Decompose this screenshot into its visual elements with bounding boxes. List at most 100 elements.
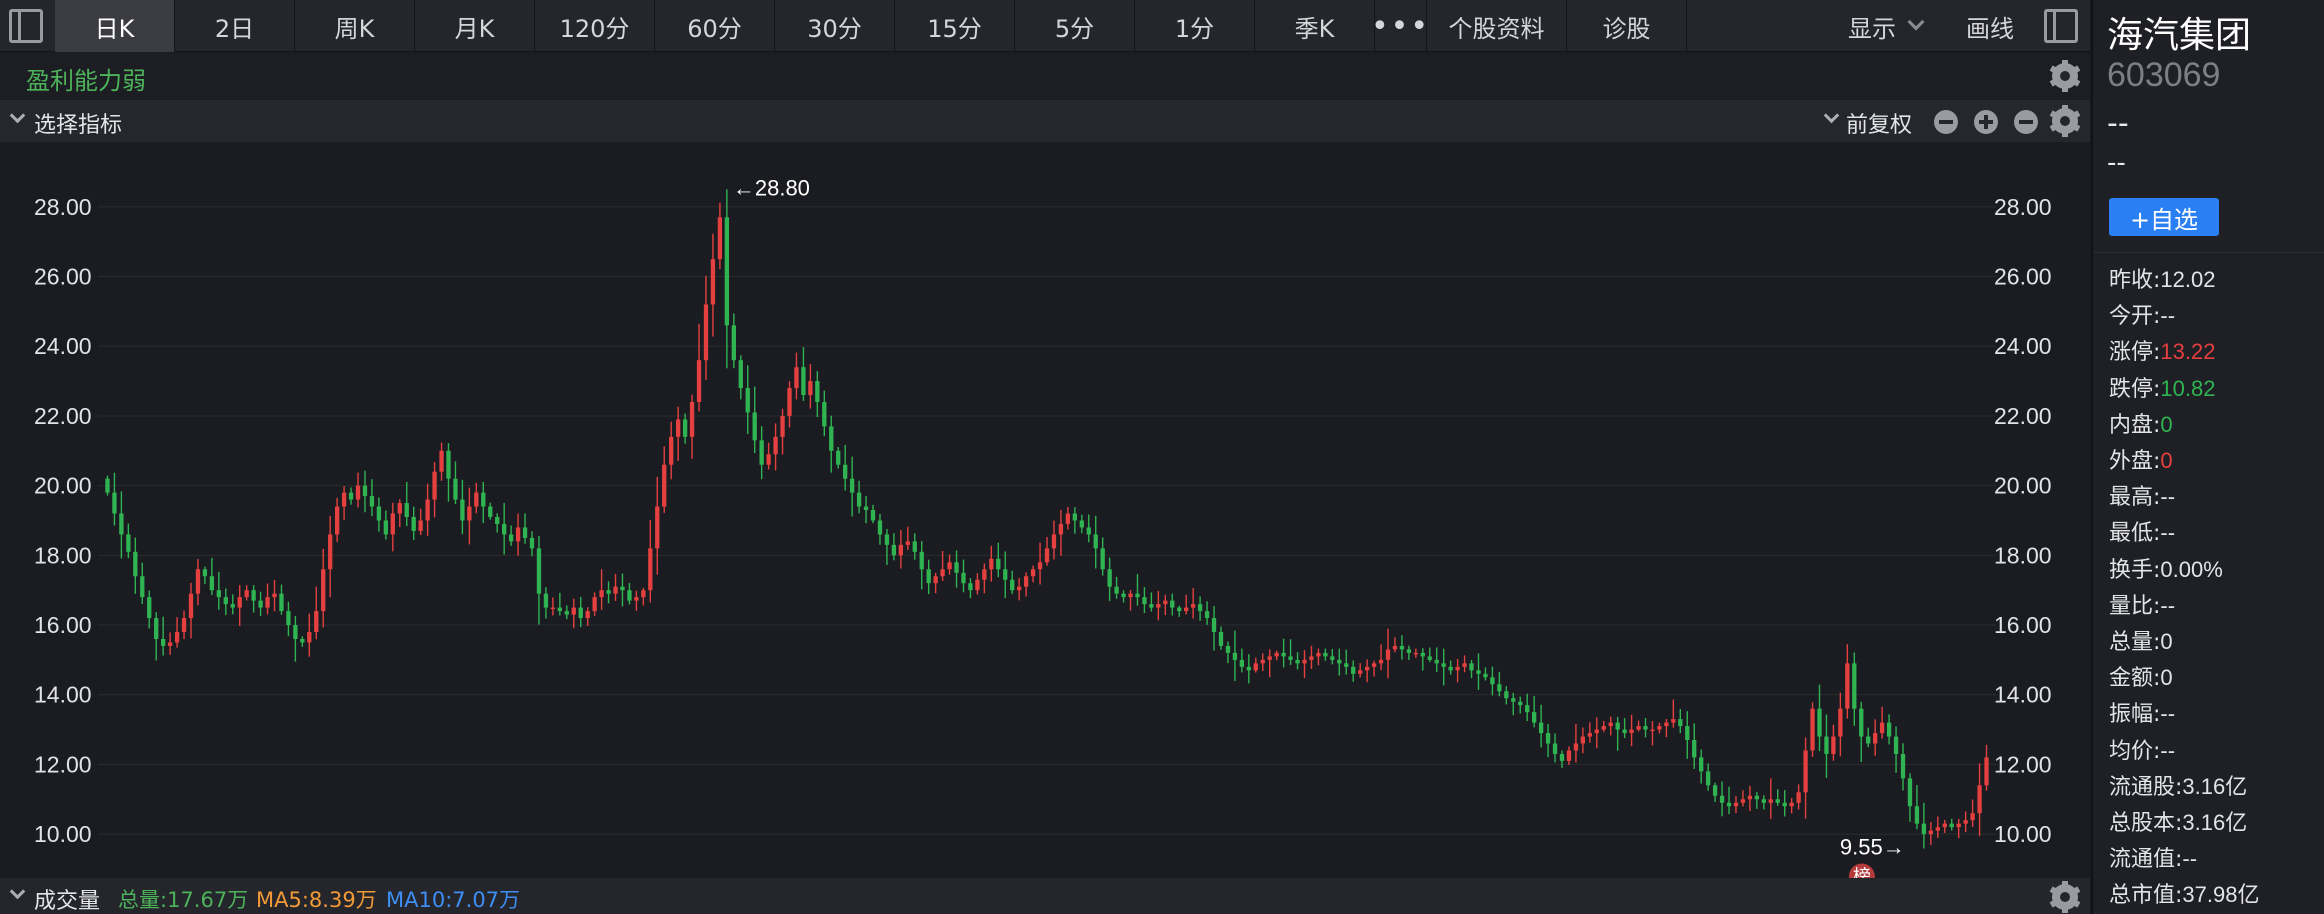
candle[interactable] [627,582,632,605]
candle[interactable] [550,597,556,616]
candle[interactable] [1253,657,1258,673]
candle[interactable] [126,523,131,559]
candle[interactable] [1615,716,1620,751]
candle[interactable] [1364,659,1370,683]
candle[interactable] [1573,723,1579,763]
candle[interactable] [1678,708,1683,734]
candle[interactable] [954,550,959,588]
tab-month-k[interactable]: 月K [415,0,535,52]
candle[interactable] [1796,784,1801,810]
candle[interactable] [334,497,340,542]
candle[interactable] [383,510,389,540]
candle[interactable] [717,202,723,270]
candle[interactable] [773,423,778,471]
candle[interactable] [1072,507,1077,534]
candle[interactable] [223,588,228,616]
candle[interactable] [1003,551,1008,599]
candle[interactable] [202,566,208,585]
candle[interactable] [801,347,806,401]
candle[interactable] [244,585,249,601]
candle[interactable] [119,491,124,559]
candle[interactable] [1142,587,1147,614]
candle[interactable] [160,616,166,656]
candle[interactable] [508,525,514,546]
panel-left-icon[interactable] [9,9,43,43]
candle[interactable] [933,572,938,594]
candle[interactable] [1017,578,1022,601]
candle[interactable] [724,189,730,369]
chevron-down-icon[interactable] [1823,107,1840,124]
candle[interactable] [467,487,472,545]
candle[interactable] [578,596,583,628]
tab-quarter-k[interactable]: 季K [1255,0,1375,52]
candle[interactable] [794,352,799,400]
plus-circle-icon[interactable] [1974,110,1998,134]
candle[interactable] [474,482,479,514]
candle[interactable] [1490,666,1495,696]
display-dropdown[interactable]: 显示 [1830,0,1940,52]
kline-chart[interactable]: 28.00 26.00 24.00 22.00 20.00 18.00 16.00 14.00… [0,142,2090,878]
candle[interactable] [1079,514,1084,534]
candle[interactable] [606,581,611,604]
candle[interactable] [1733,796,1739,814]
candle[interactable] [1859,701,1864,762]
candle[interactable] [418,508,423,535]
candle[interactable] [1323,648,1328,661]
candle[interactable] [1288,639,1293,665]
candle[interactable] [522,513,528,544]
kline-svg[interactable]: 28.00 26.00 24.00 22.00 20.00 18.00 16.00 14.00… [0,142,2090,878]
candle[interactable] [1705,763,1711,791]
candle[interactable] [1030,565,1036,583]
candle[interactable] [1455,658,1460,683]
panel-right-icon[interactable] [2044,9,2078,43]
tab-5-min[interactable]: 5分 [1015,0,1135,52]
candle[interactable] [961,559,966,593]
candle[interactable] [1900,743,1906,791]
candle[interactable] [1128,589,1133,611]
candle[interactable] [147,590,152,629]
candle[interactable] [1177,605,1182,617]
candle[interactable] [1044,536,1050,566]
candle[interactable] [1518,696,1523,714]
candle[interactable] [286,601,291,637]
candle[interactable] [1107,557,1112,602]
candle[interactable] [1051,520,1057,560]
candle[interactable] [1330,648,1335,665]
candle[interactable] [439,442,444,481]
candle[interactable] [1385,628,1391,679]
candle[interactable] [1984,744,1989,791]
candle[interactable] [1657,722,1662,734]
candle[interactable] [1754,791,1760,809]
candle[interactable] [843,444,848,491]
candle[interactable] [1149,592,1154,612]
candle[interactable] [1629,714,1634,747]
candle[interactable] [1566,746,1572,765]
candle[interactable] [216,571,221,610]
candle[interactable] [1712,782,1718,803]
candle[interactable] [1267,649,1272,678]
candle[interactable] [1824,714,1829,778]
candle[interactable] [321,548,326,628]
candle[interactable] [926,559,931,595]
candle[interactable] [564,605,569,620]
candle[interactable] [1803,737,1808,819]
candle[interactable] [1197,596,1203,621]
candle[interactable] [1956,818,1961,839]
candle[interactable] [1427,647,1432,663]
candle[interactable] [1093,515,1098,569]
gear-icon[interactable] [2049,881,2081,913]
candle[interactable] [975,573,980,595]
select-indicator-label[interactable]: 选择指标 [34,107,122,139]
candle[interactable] [1594,717,1599,749]
candle[interactable] [1866,727,1871,748]
candle[interactable] [836,447,841,469]
candle[interactable] [376,497,382,532]
tab-60-min[interactable]: 60分 [655,0,775,52]
candle[interactable] [1699,749,1704,784]
candle[interactable] [1775,789,1780,806]
candle[interactable] [1545,724,1551,758]
candle[interactable] [1156,590,1161,621]
candle[interactable] [1914,785,1920,830]
candle[interactable] [1511,692,1516,716]
candle[interactable] [230,594,235,615]
